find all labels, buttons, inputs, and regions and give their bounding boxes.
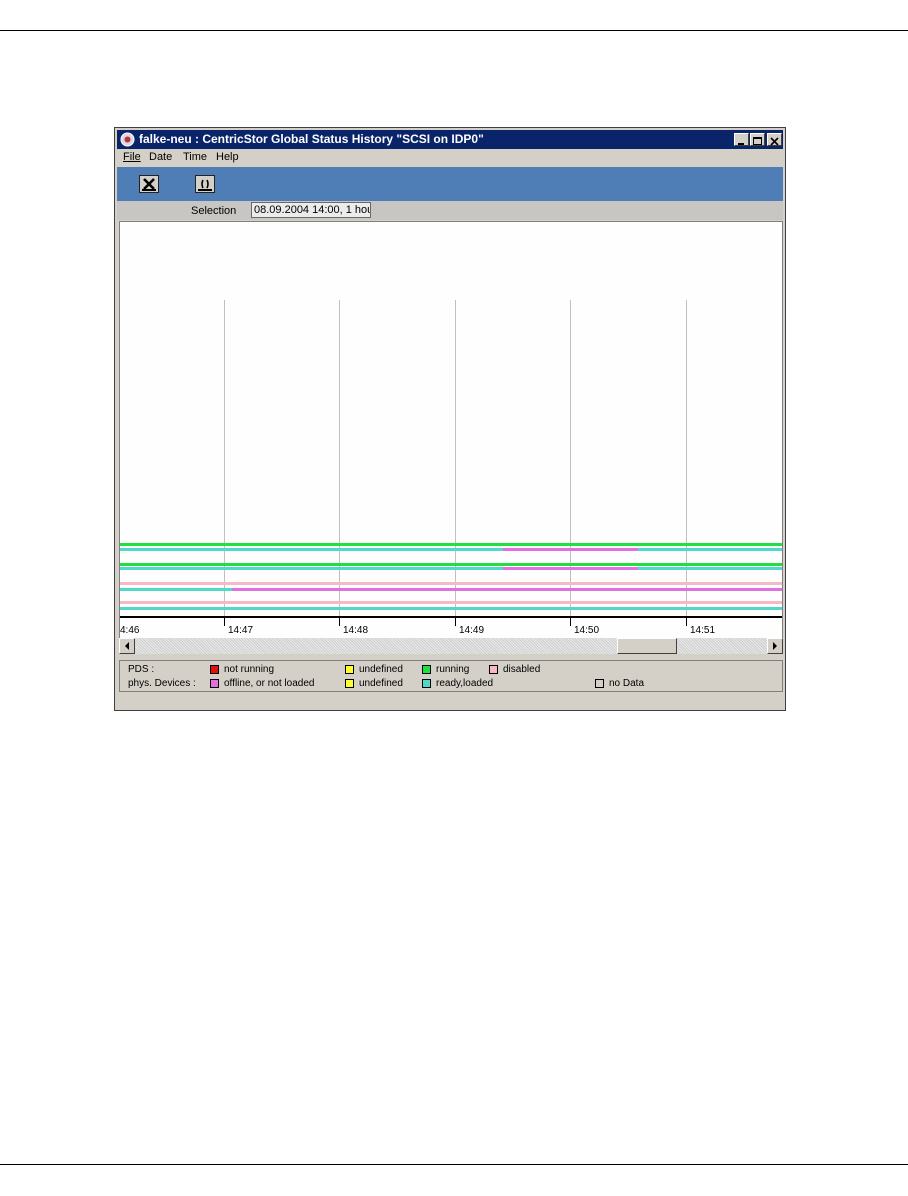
arrow-right-icon — [773, 642, 777, 650]
legend-item-disabled: disabled — [503, 664, 541, 675]
selection-field[interactable]: 08.09.2004 14:00, 1 hour — [251, 202, 371, 218]
legend-phys-label: phys. Devices : — [128, 678, 196, 689]
window-title: falke-neu : CentricStor Global Status Hi… — [139, 132, 484, 146]
legend-swatch-not-running — [210, 665, 219, 674]
legend-panel: PDS : phys. Devices : not running undefi… — [119, 660, 783, 692]
title-bar[interactable]: falke-neu : CentricStor Global Status Hi… — [117, 130, 783, 149]
axis-tick-label: 4:46 — [120, 625, 140, 636]
menu-date[interactable]: Date — [149, 151, 172, 163]
time-axis — [120, 616, 782, 618]
status-bar — [120, 548, 503, 551]
arrow-left-icon — [125, 642, 129, 650]
axis-tick-label: 14:51 — [690, 625, 715, 636]
status-bar — [503, 548, 638, 551]
status-bar — [638, 567, 782, 570]
legend-item-phys-undefined: undefined — [359, 678, 403, 689]
status-bar — [503, 567, 638, 570]
selection-bar: Selection 08.09.2004 14:00, 1 hour — [117, 201, 783, 220]
menu-file[interactable]: File — [123, 151, 141, 163]
page-top-rule — [0, 30, 908, 31]
axis-tick-label: 14:47 — [228, 625, 253, 636]
axis-tick-label: 14:50 — [574, 625, 599, 636]
selection-label: Selection — [191, 205, 237, 217]
close-icon — [770, 137, 779, 146]
app-icon — [120, 132, 135, 147]
close-tool-button[interactable] — [139, 175, 159, 193]
status-bar — [120, 567, 503, 570]
status-bar — [638, 548, 782, 551]
axis-tick-label: 14:48 — [343, 625, 368, 636]
horizontal-scrollbar[interactable] — [119, 638, 783, 654]
status-bar — [120, 582, 782, 585]
timeline-svg: 4:46 14:47 14:48 14:49 14:50 14:51 — [120, 300, 782, 636]
legend-item-running: running — [436, 664, 470, 675]
status-bar — [232, 588, 782, 591]
scroll-left-button[interactable] — [119, 638, 135, 654]
legend-swatch-offline — [210, 679, 219, 688]
status-timeline-plot: 4:46 14:47 14:48 14:49 14:50 14:51 — [119, 221, 783, 639]
scroll-thumb[interactable] — [617, 638, 677, 654]
legend-swatch-no-data — [595, 679, 604, 688]
status-bar — [120, 601, 782, 604]
legend-swatch-ready — [422, 679, 431, 688]
legend-item-ready: ready,loaded — [436, 678, 494, 689]
legend-item-not-running: not running — [224, 664, 275, 675]
status-bar — [120, 563, 782, 566]
legend-item-offline: offline, or not loaded — [224, 678, 315, 689]
minimize-button[interactable] — [734, 133, 749, 146]
menu-bar: File Date Time Help — [117, 149, 783, 167]
minimize-icon — [738, 143, 744, 145]
maximize-button[interactable] — [750, 133, 765, 146]
toolbar — [117, 167, 783, 201]
legend-swatch-phys-undefined — [345, 679, 354, 688]
menu-time[interactable]: Time — [183, 151, 207, 163]
close-button[interactable] — [767, 133, 782, 146]
legend-swatch-undefined — [345, 665, 354, 674]
scroll-right-button[interactable] — [767, 638, 783, 654]
page-bottom-rule — [0, 1164, 908, 1165]
legend-pds-label: PDS : — [128, 664, 155, 675]
bracket-icon — [198, 179, 212, 191]
status-history-window: falke-neu : CentricStor Global Status Hi… — [114, 127, 786, 711]
status-bar — [120, 588, 232, 591]
maximize-icon — [753, 137, 762, 145]
status-bar — [120, 543, 782, 546]
legend-item-no-data: no Data — [609, 678, 645, 689]
axis-tick-label: 14:49 — [459, 625, 484, 636]
legend-item-undefined: undefined — [359, 664, 403, 675]
menu-help[interactable]: Help — [216, 151, 239, 163]
legend-swatch-disabled — [489, 665, 498, 674]
status-bar — [120, 607, 782, 610]
legend-swatch-running — [422, 665, 431, 674]
refresh-tool-button[interactable] — [195, 175, 215, 193]
close-x-icon — [142, 178, 156, 191]
